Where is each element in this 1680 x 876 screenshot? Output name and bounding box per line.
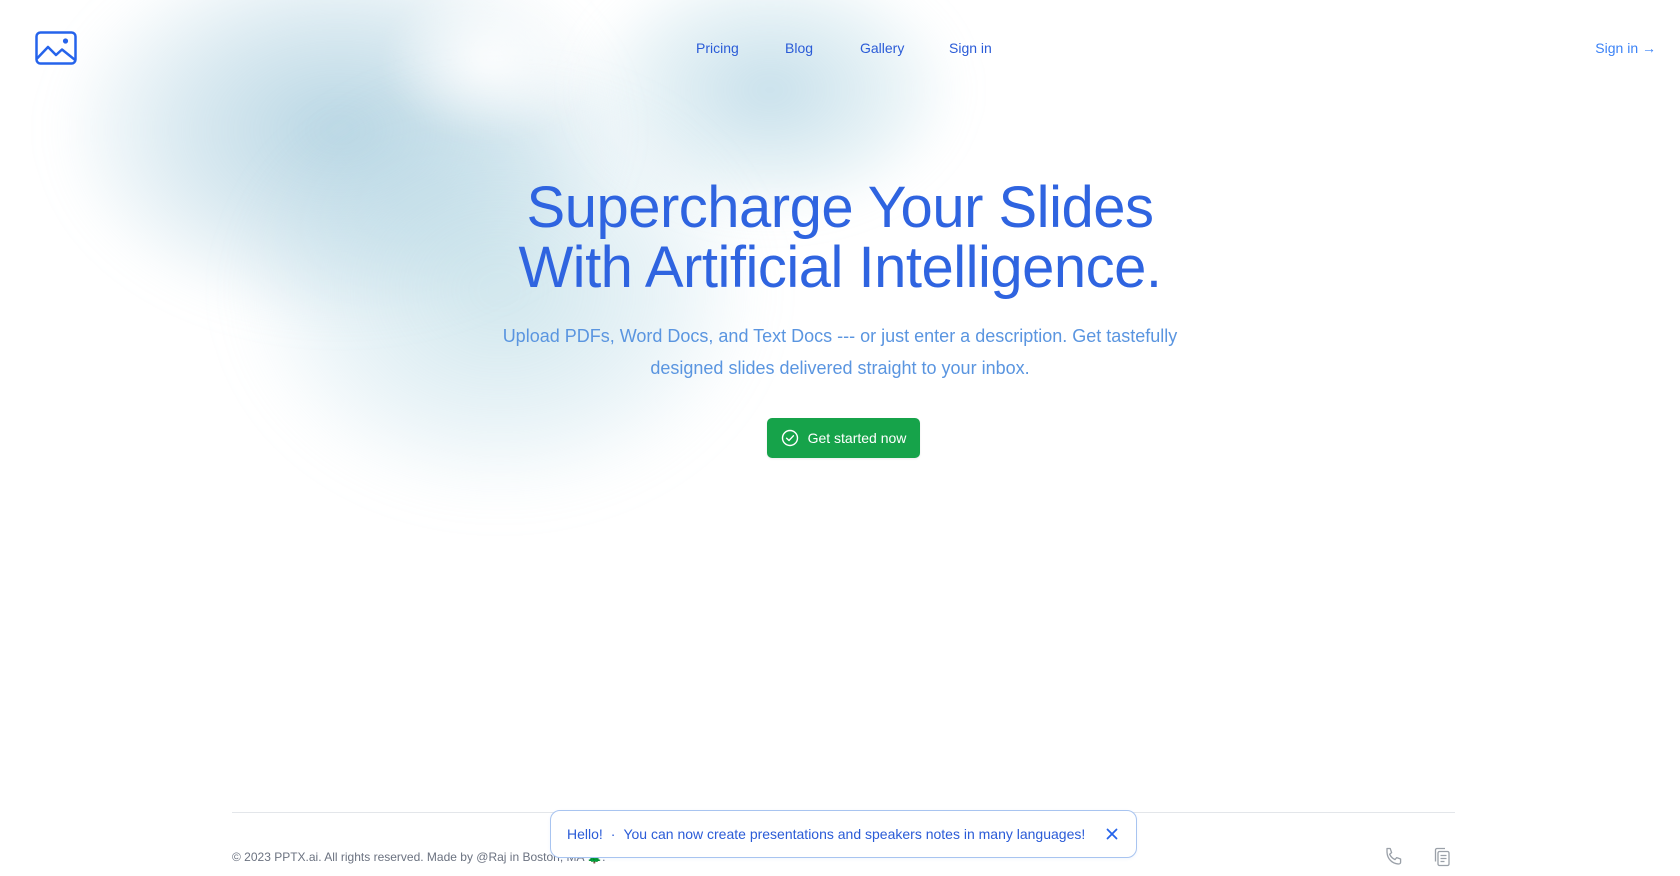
hero-title-line-2: With Artificial Intelligence.	[518, 235, 1162, 300]
hero-section: Supercharge Your Slides With Artificial …	[0, 178, 1680, 384]
copy-icon[interactable]	[1430, 845, 1454, 869]
footer-copyright: © 2023 PPTX.ai. All rights reserved. Mad…	[232, 850, 606, 864]
nav-signin-link[interactable]: Sign in	[949, 38, 992, 58]
hero-title: Supercharge Your Slides With Artificial …	[0, 178, 1680, 298]
header-signin-link[interactable]: Sign in →	[1595, 38, 1656, 58]
toast-message: You can now create presentations and spe…	[623, 826, 1086, 842]
toast-hello: Hello!	[567, 826, 603, 842]
nav-blog-link[interactable]: Blog	[785, 38, 813, 58]
close-icon[interactable]	[1104, 826, 1120, 842]
nav-gallery-link[interactable]: Gallery	[860, 38, 904, 58]
main-nav: Pricing Blog Gallery Sign in	[0, 38, 1680, 58]
get-started-label: Get started now	[807, 430, 907, 446]
site-header: Pricing Blog Gallery Sign in Sign in →	[0, 0, 1680, 96]
announcement-toast: Hello! · You can now create presentation…	[550, 810, 1137, 858]
phone-icon[interactable]	[1382, 845, 1406, 869]
hero-subtitle: Upload PDFs, Word Docs, and Text Docs --…	[502, 326, 1178, 378]
check-circle-icon	[781, 429, 799, 447]
nav-pricing-link[interactable]: Pricing	[696, 38, 739, 58]
toast-separator: ·	[610, 826, 616, 842]
get-started-button[interactable]: Get started now	[767, 418, 920, 458]
hero-title-line-1: Supercharge Your Slides	[526, 175, 1154, 240]
